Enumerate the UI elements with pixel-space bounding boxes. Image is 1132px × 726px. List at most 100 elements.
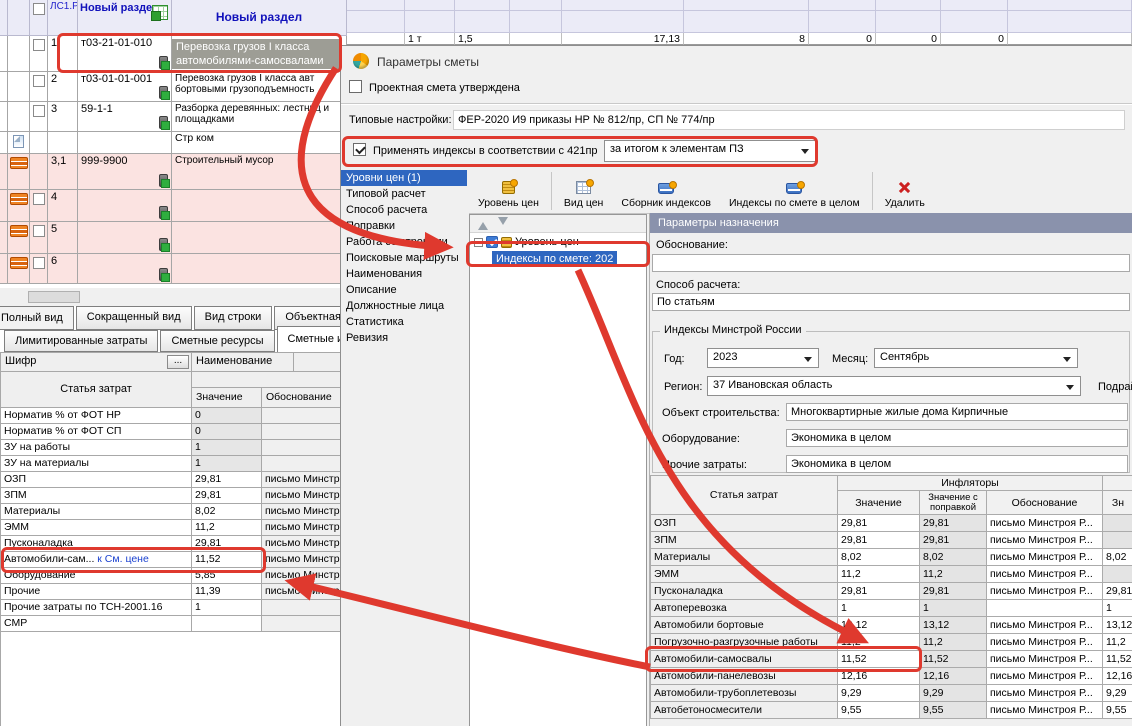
approved-checkbox[interactable] <box>349 80 362 93</box>
column-group-inflators: Инфляторы <box>838 475 1103 491</box>
costs-row[interactable]: Оборудование5,85письмо Минстроя Р... <box>0 568 347 584</box>
indices-table-header: Статья затрат Инфляторы Значение Значени… <box>650 475 1132 515</box>
index-row[interactable]: Материалы8,028,02письмо Минстроя Р...8,0… <box>650 549 1132 566</box>
costs-row[interactable]: Прочие11,39письмо Минстроя Р... <box>0 584 347 600</box>
estimate-section-row[interactable]: Стр ком <box>0 132 347 154</box>
estimate-row-5[interactable]: 5 <box>0 222 347 254</box>
costs-row[interactable]: Норматив % от ФОТ НР0 <box>0 408 347 424</box>
method-field[interactable]: По статьям <box>652 293 1130 311</box>
row-checkbox[interactable] <box>33 257 45 269</box>
row-checkbox[interactable] <box>33 225 45 237</box>
row-checkbox[interactable] <box>33 105 45 117</box>
estimate-row-4[interactable]: 4 <box>0 190 347 222</box>
horizontal-scrollbar[interactable] <box>0 288 347 306</box>
indices-whole-estimate-button[interactable]: Индексы по смете в целом <box>720 169 869 213</box>
tab-limited-costs[interactable]: Лимитированные затраты <box>4 330 158 352</box>
region-combobox[interactable]: 37 Ивановская область <box>707 376 1081 396</box>
tree-root-node[interactable]: Уровень цен <box>470 233 646 249</box>
new-section-icon[interactable] <box>152 5 168 20</box>
apply-421-checkbox[interactable] <box>353 143 366 156</box>
price-link[interactable]: к См. цене <box>97 553 149 565</box>
document-icon <box>13 135 24 148</box>
row-checkbox[interactable] <box>33 75 45 87</box>
index-row-dump-trucks[interactable]: Автомобили-самосвалы11,5211,52письмо Мин… <box>650 651 1132 668</box>
delete-button[interactable]: Удалить <box>876 169 934 213</box>
tab-short-view[interactable]: Сокращенный вид <box>76 306 192 330</box>
category-calc-method[interactable]: Способ расчета <box>341 202 467 218</box>
costs-row[interactable]: ЭММ11,2письмо Минстроя Р... <box>0 520 347 536</box>
construction-object-field[interactable]: Многоквартирные жилые дома Кирпичные <box>786 403 1128 421</box>
tree-checkbox[interactable] <box>486 236 498 248</box>
justification-label: Обоснование: <box>656 239 728 251</box>
app-logo-icon <box>353 53 369 69</box>
price-kind-button[interactable]: Вид цен <box>555 169 612 213</box>
costs-table-subheader: Статья затрат Значение Обоснование <box>0 372 347 408</box>
tab-estimate-resources[interactable]: Сметные ресурсы <box>160 330 274 352</box>
column-code: Шифр <box>5 355 36 367</box>
equipment-field[interactable]: Экономика в целом <box>786 429 1128 447</box>
index-row[interactable]: Автомобили-панелевозы12,1612,16письмо Ми… <box>650 668 1132 685</box>
category-typical-calc[interactable]: Типовой расчет <box>341 186 467 202</box>
costs-row[interactable]: Норматив % от ФОТ СП0 <box>0 424 347 440</box>
row-checkbox[interactable] <box>33 39 45 51</box>
move-up-icon[interactable] <box>478 217 488 230</box>
year-combobox[interactable]: 2023 <box>707 348 819 368</box>
scrollbar-thumb[interactable] <box>28 291 80 303</box>
costs-row[interactable]: Материалы8,02письмо Минстроя Р... <box>0 504 347 520</box>
category-officials[interactable]: Должностные лица <box>341 298 467 314</box>
index-collection-button[interactable]: Сборник индексов <box>612 169 720 213</box>
tab-row-view[interactable]: Вид строки <box>194 306 273 330</box>
tab-full-view[interactable]: Полный вид <box>0 306 74 330</box>
column-justification: Обоснование <box>987 491 1103 515</box>
index-row[interactable]: Автомобили бортовые13,1213,12письмо Минс… <box>650 617 1132 634</box>
estimate-row-3-1[interactable]: 3,1 999-9900 Строительный мусор <box>0 154 347 190</box>
costs-row[interactable]: ЗУ на работы1 <box>0 440 347 456</box>
costs-row[interactable]: ЗУ на материалы1 <box>0 456 347 472</box>
index-row[interactable]: Автоперевозка111 <box>650 600 1132 617</box>
costs-row[interactable]: ОЗП29,81письмо Минстроя Р... <box>0 472 347 488</box>
estimate-row-2[interactable]: 2 т03-01-01-001 Перевозка грузов I класс… <box>0 72 347 102</box>
category-corrections[interactable]: Поправки <box>341 218 467 234</box>
costs-row[interactable]: Пусконаладка29,81письмо Минстроя Р... <box>0 536 347 552</box>
category-price-levels[interactable]: Уровни цен (1) <box>341 170 467 186</box>
index-row[interactable]: Погрузочно-разгрузочные работы11,211,2пи… <box>650 634 1132 651</box>
month-combobox[interactable]: Сентябрь <box>874 348 1078 368</box>
costs-row-truck-index[interactable]: Автомобили-сам... к См. цене11,52письмо … <box>0 552 347 568</box>
tree-child-node[interactable]: Индексы по смете: 202 <box>492 251 646 270</box>
costs-row[interactable]: Прочие затраты по ТСН-2001.161 <box>0 600 347 616</box>
category-statistics[interactable]: Статистика <box>341 314 467 330</box>
move-down-icon[interactable] <box>498 217 508 230</box>
index-row[interactable]: ЗПМ29,8129,81письмо Минстроя Р... <box>650 532 1132 549</box>
ellipsis-button[interactable]: ... <box>167 355 189 369</box>
category-search-routes[interactable]: Поисковые маршруты <box>341 250 467 266</box>
collapse-icon[interactable] <box>474 238 483 247</box>
index-row[interactable]: Пусконаладка29,8129,81письмо Минстроя Р.… <box>650 583 1132 600</box>
delete-x-icon <box>898 181 911 194</box>
estimate-row-6[interactable]: 6 <box>0 254 347 284</box>
row-name-tooltip: Перевозка грузов I класса автомобилями-с… <box>172 39 342 69</box>
other-costs-label: Прочие затраты: <box>662 459 747 471</box>
index-row[interactable]: ЭММ11,211,2письмо Минстроя Р... <box>650 566 1132 583</box>
row-checkbox[interactable] <box>33 193 45 205</box>
bottom-tabs: Лимитированные затраты Сметные ресурсы С… <box>4 330 375 352</box>
price-level-button[interactable]: Уровень цен <box>469 169 548 213</box>
costs-row[interactable]: СМР <box>0 616 347 632</box>
category-description[interactable]: Описание <box>341 282 467 298</box>
index-row[interactable]: Автомобили-трубоплетевозы9,299,29письмо … <box>650 685 1132 702</box>
index-row[interactable]: ОЗП29,8129,81письмо Минстроя Р... <box>650 515 1132 532</box>
bricks-icon <box>10 257 28 269</box>
category-names[interactable]: Наименования <box>341 266 467 282</box>
justification-field[interactable] <box>652 254 1130 272</box>
select-all-checkbox[interactable] <box>33 3 45 15</box>
indices-node[interactable]: Индексы по смете: 202 <box>492 251 617 267</box>
panel-header: Параметры назначения <box>650 213 1132 233</box>
index-row[interactable]: Автобетоносмесители9,559,55письмо Минстр… <box>650 702 1132 719</box>
other-costs-field[interactable]: Экономика в целом <box>786 455 1128 473</box>
category-row-work[interactable]: Работа со строками <box>341 234 467 250</box>
indices-table: Статья затрат Инфляторы Значение Значени… <box>650 475 1132 719</box>
costs-row[interactable]: ЗПМ29,81письмо Минстроя Р... <box>0 488 347 504</box>
apply-mode-combobox[interactable]: за итогом к элементам ПЗ <box>604 140 816 162</box>
category-revision[interactable]: Ревизия <box>341 330 467 346</box>
estimate-row-3[interactable]: 3 59-1-1 Разборка деревянных: лестниц и … <box>0 102 347 132</box>
estimate-parameters-dialog: Параметры сметы Проектная смета утвержде… <box>340 45 1132 726</box>
